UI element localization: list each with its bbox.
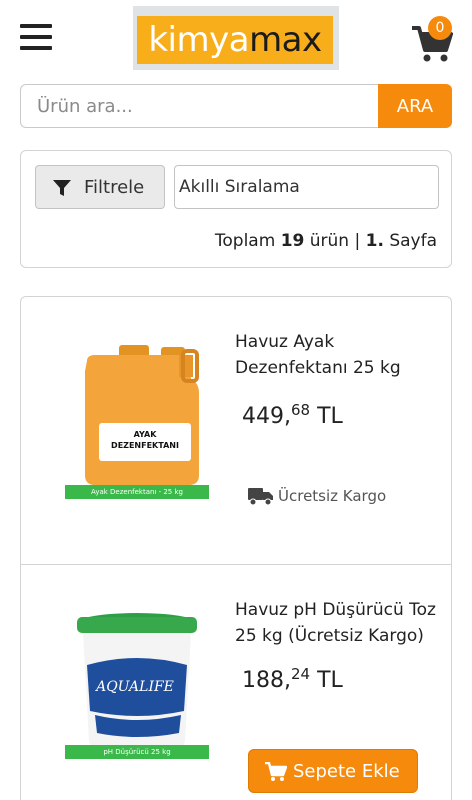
search-input[interactable] (20, 84, 380, 128)
sort-select[interactable]: Akıllı Sıralama (174, 165, 439, 209)
bucket-brand: AQUALIFE (94, 679, 174, 695)
product-image-foot-disinfectant[interactable]: AYAK DEZENFEKTANI (65, 325, 209, 503)
drum-label-line1: AYAK (134, 430, 158, 439)
product-price: 188,24 TL (242, 665, 343, 693)
product-title[interactable]: Havuz Ayak Dezenfektanı 25 kg (235, 329, 441, 381)
product-image-label: pH Düşürücü 25 kg (65, 745, 209, 759)
price-integer: 188, (242, 668, 291, 693)
menu-icon[interactable] (20, 24, 52, 52)
page-label: Sayfa (389, 231, 437, 251)
filter-icon (53, 180, 71, 196)
price-currency: TL (317, 404, 343, 429)
product-image-label: Ayak Dezenfektanı - 25 kg (65, 485, 209, 499)
summary-prefix: Toplam (214, 231, 276, 251)
add-to-cart-label: Sepete Ekle (293, 761, 400, 782)
logo-text-kimya: kimya (148, 20, 250, 60)
product-price: 449,68 TL (242, 401, 343, 429)
product-card[interactable]: AQUALIFE pH Düşürücü 25 kg Havuz pH Düşü… (21, 565, 451, 800)
total-count: 19 (280, 231, 305, 251)
logo[interactable]: kimyamax (133, 6, 339, 70)
shopping-cart-icon (265, 762, 287, 781)
price-currency: TL (317, 668, 343, 693)
free-shipping-label: Ücretsiz Kargo (278, 487, 387, 505)
count-unit: ürün | (309, 231, 361, 251)
price-integer: 449, (242, 404, 291, 429)
filter-button[interactable]: Filtrele (35, 165, 165, 209)
search-button[interactable]: ARA (378, 84, 452, 128)
logo-text-max: max (249, 20, 322, 60)
product-title[interactable]: Havuz pH Düşürücü Toz 25 kg (Ücretsiz Ka… (235, 597, 441, 649)
price-decimal: 24 (290, 665, 311, 683)
cart-count-badge: 0 (428, 16, 452, 40)
logo-text: kimyamax (137, 16, 333, 64)
page-number: 1. (365, 231, 384, 251)
search-bar: ARA (20, 84, 452, 128)
filter-button-label: Filtrele (84, 177, 145, 198)
truck-icon (248, 488, 273, 506)
result-summary: Toplam 19 ürün | 1. Sayfa (215, 231, 437, 251)
header: kimyamax 0 (0, 0, 472, 80)
drum-label-line2: DEZENFEKTANI (111, 441, 179, 450)
price-decimal: 68 (290, 401, 311, 419)
product-list: AYAK DEZENFEKTANI Ayak Dezenfektanı - 25… (20, 296, 452, 800)
product-card[interactable]: AYAK DEZENFEKTANI Ayak Dezenfektanı - 25… (21, 297, 451, 565)
filter-panel: Filtrele Akıllı Sıralama Toplam 19 ürün … (20, 150, 452, 268)
add-to-cart-button[interactable]: Sepete Ekle (248, 749, 418, 793)
